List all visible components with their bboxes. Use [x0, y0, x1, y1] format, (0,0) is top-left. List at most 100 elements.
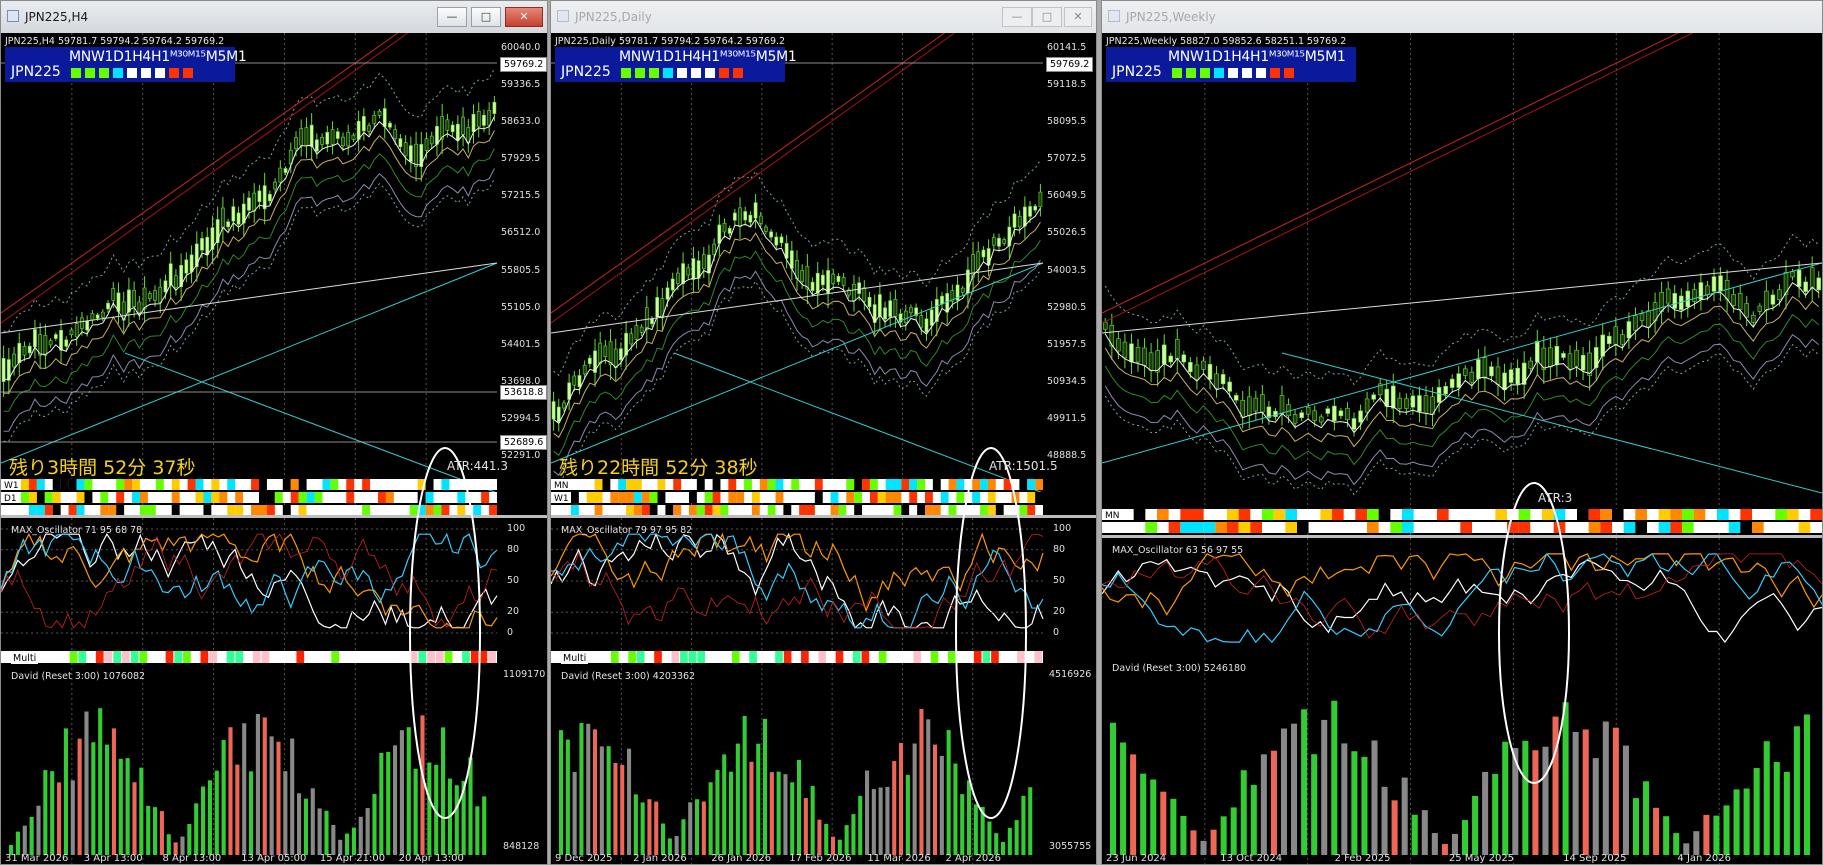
strip-segment: [657, 479, 666, 490]
multi-strip-segment: [654, 651, 662, 663]
david-histogram-bar: [1743, 788, 1750, 855]
level-price-marker: 53618.8: [500, 385, 547, 400]
david-histogram-bar: [207, 780, 212, 855]
minimize-button[interactable]: —: [1002, 7, 1032, 27]
price-axis-label: 57215.5: [501, 190, 541, 202]
timeframe-status-dot: [663, 68, 673, 78]
chart-area[interactable]: JPN225,Daily 59781.7 59794.2 59764.2 597…: [551, 33, 1096, 864]
minimize-button[interactable]: —: [437, 7, 467, 27]
price-axis-label: 60040.0: [501, 42, 541, 53]
candle-body: [262, 185, 267, 210]
candle-body: [1233, 395, 1239, 401]
strip-segment: [1518, 509, 1531, 520]
strip-segment: [1238, 509, 1251, 520]
timeframe-status-panel: MNW1D1H4H1ᴹ³⁰ᴹ¹⁵M5M1 JPN225: [5, 47, 247, 82]
candle-body: [414, 143, 418, 167]
candle-body: [106, 302, 110, 310]
candle-body: [22, 346, 27, 356]
david-histogram-bar: [262, 717, 267, 855]
david-histogram-bar: [1341, 743, 1348, 855]
candle-body: [1175, 339, 1180, 360]
candle-body: [440, 116, 445, 140]
maximize-button[interactable]: □: [471, 7, 501, 27]
chart-window-h4[interactable]: JPN225,H4 — □ ✕ JPN225,H4 59781.7 59794.…: [0, 0, 548, 865]
candle-body: [1247, 396, 1252, 417]
close-button[interactable]: ✕: [505, 7, 543, 27]
strip-segment: [1262, 509, 1274, 520]
david-histogram-bar: [1582, 729, 1589, 855]
title-bar[interactable]: JPN225,Daily — □ ✕: [551, 1, 1096, 33]
david-histogram-bar: [1502, 741, 1509, 855]
david-histogram-bar: [482, 796, 487, 855]
david-histogram-bar: [620, 764, 625, 855]
candle-body: [696, 260, 701, 279]
david-histogram-bar: [1612, 727, 1619, 855]
symbol-label: JPN225: [1112, 64, 1162, 80]
strip-segment: [1623, 522, 1636, 533]
strip-segment: [60, 479, 69, 490]
david-histogram-bar: [1572, 731, 1579, 855]
david-histogram-bar: [228, 727, 233, 855]
candle-body: [556, 406, 561, 423]
oscillator-axis-label: 20: [1053, 606, 1066, 618]
chart-area[interactable]: JPN225,Weekly 58827.0 59852.6 58251.1 59…: [1102, 33, 1822, 864]
candle-body: [686, 267, 691, 276]
strip-segment: [1682, 509, 1694, 520]
candle-body: [1033, 205, 1038, 211]
candle-body: [893, 299, 898, 317]
candle-body: [69, 329, 74, 335]
david-histogram-bar: [365, 808, 370, 855]
strip-segment: [1682, 522, 1694, 533]
candle-body: [361, 116, 366, 132]
multi-strip-segment: [252, 651, 261, 663]
candle-body: [127, 289, 131, 313]
strip-segment: [155, 492, 164, 503]
strip-segment: [28, 505, 37, 516]
candle-body: [738, 207, 742, 227]
strip-segment: [689, 479, 697, 490]
chart-window-weekly[interactable]: JPN225,Weekly JPN225,Weekly 58827.0 5985…: [1101, 0, 1823, 865]
strip-segment: [602, 479, 611, 490]
candle-body: [1220, 374, 1226, 385]
candle-body: [27, 345, 32, 354]
strip-segment: [290, 492, 299, 503]
date-axis-label: 13 Oct 2024: [1220, 853, 1283, 864]
title-bar[interactable]: JPN225,H4 — □ ✕: [1, 1, 547, 33]
strip-segment: [1483, 509, 1496, 520]
timeframe-status-dot: [621, 68, 631, 78]
close-button[interactable]: ✕: [1064, 7, 1092, 27]
date-axis-label: 31 Mar 2026: [5, 853, 69, 864]
strip-segment: [489, 505, 497, 516]
strip-segment: [610, 492, 619, 503]
indicator-line: [1104, 343, 1820, 496]
david-histogram-bar: [427, 762, 432, 855]
price-axis-label: 55105.0: [501, 301, 541, 313]
timeframe-status-dot: [1242, 68, 1252, 78]
title-bar[interactable]: JPN225,Weekly: [1102, 1, 1822, 33]
david-histogram-bar: [1803, 714, 1810, 855]
strip-segment: [1332, 509, 1344, 520]
david-histogram-bar: [1703, 814, 1710, 855]
david-histogram-bar: [1260, 754, 1267, 855]
candle-body: [1790, 271, 1795, 278]
david-histogram-bar: [763, 718, 768, 855]
timeframe-status-dot: [155, 68, 165, 78]
strip-segment: [211, 505, 220, 516]
candle-body: [1404, 398, 1409, 409]
david-histogram-bar: [953, 763, 958, 855]
david-histogram-bar: [1411, 814, 1418, 855]
david-histogram-bar: [933, 744, 938, 855]
chart-window-daily[interactable]: JPN225,Daily — □ ✕ JPN225,Daily 59781.7 …: [550, 0, 1097, 865]
chart-area[interactable]: JPN225,H4 59781.7 59794.2 59764.2 59769.…: [1, 33, 547, 864]
candle-body: [1292, 414, 1298, 424]
candle-body: [1325, 408, 1331, 414]
multi-strip-segment: [1034, 651, 1042, 663]
oscillator-axis-label: 100: [507, 523, 526, 534]
maximize-button[interactable]: □: [1032, 7, 1062, 27]
david-histogram-bar: [221, 739, 226, 855]
timeframe-status-dot: [691, 68, 701, 78]
chart-window-icon: [7, 10, 19, 22]
candle-body: [769, 231, 773, 238]
candle-body: [268, 193, 272, 202]
strip-segment: [995, 505, 1004, 516]
